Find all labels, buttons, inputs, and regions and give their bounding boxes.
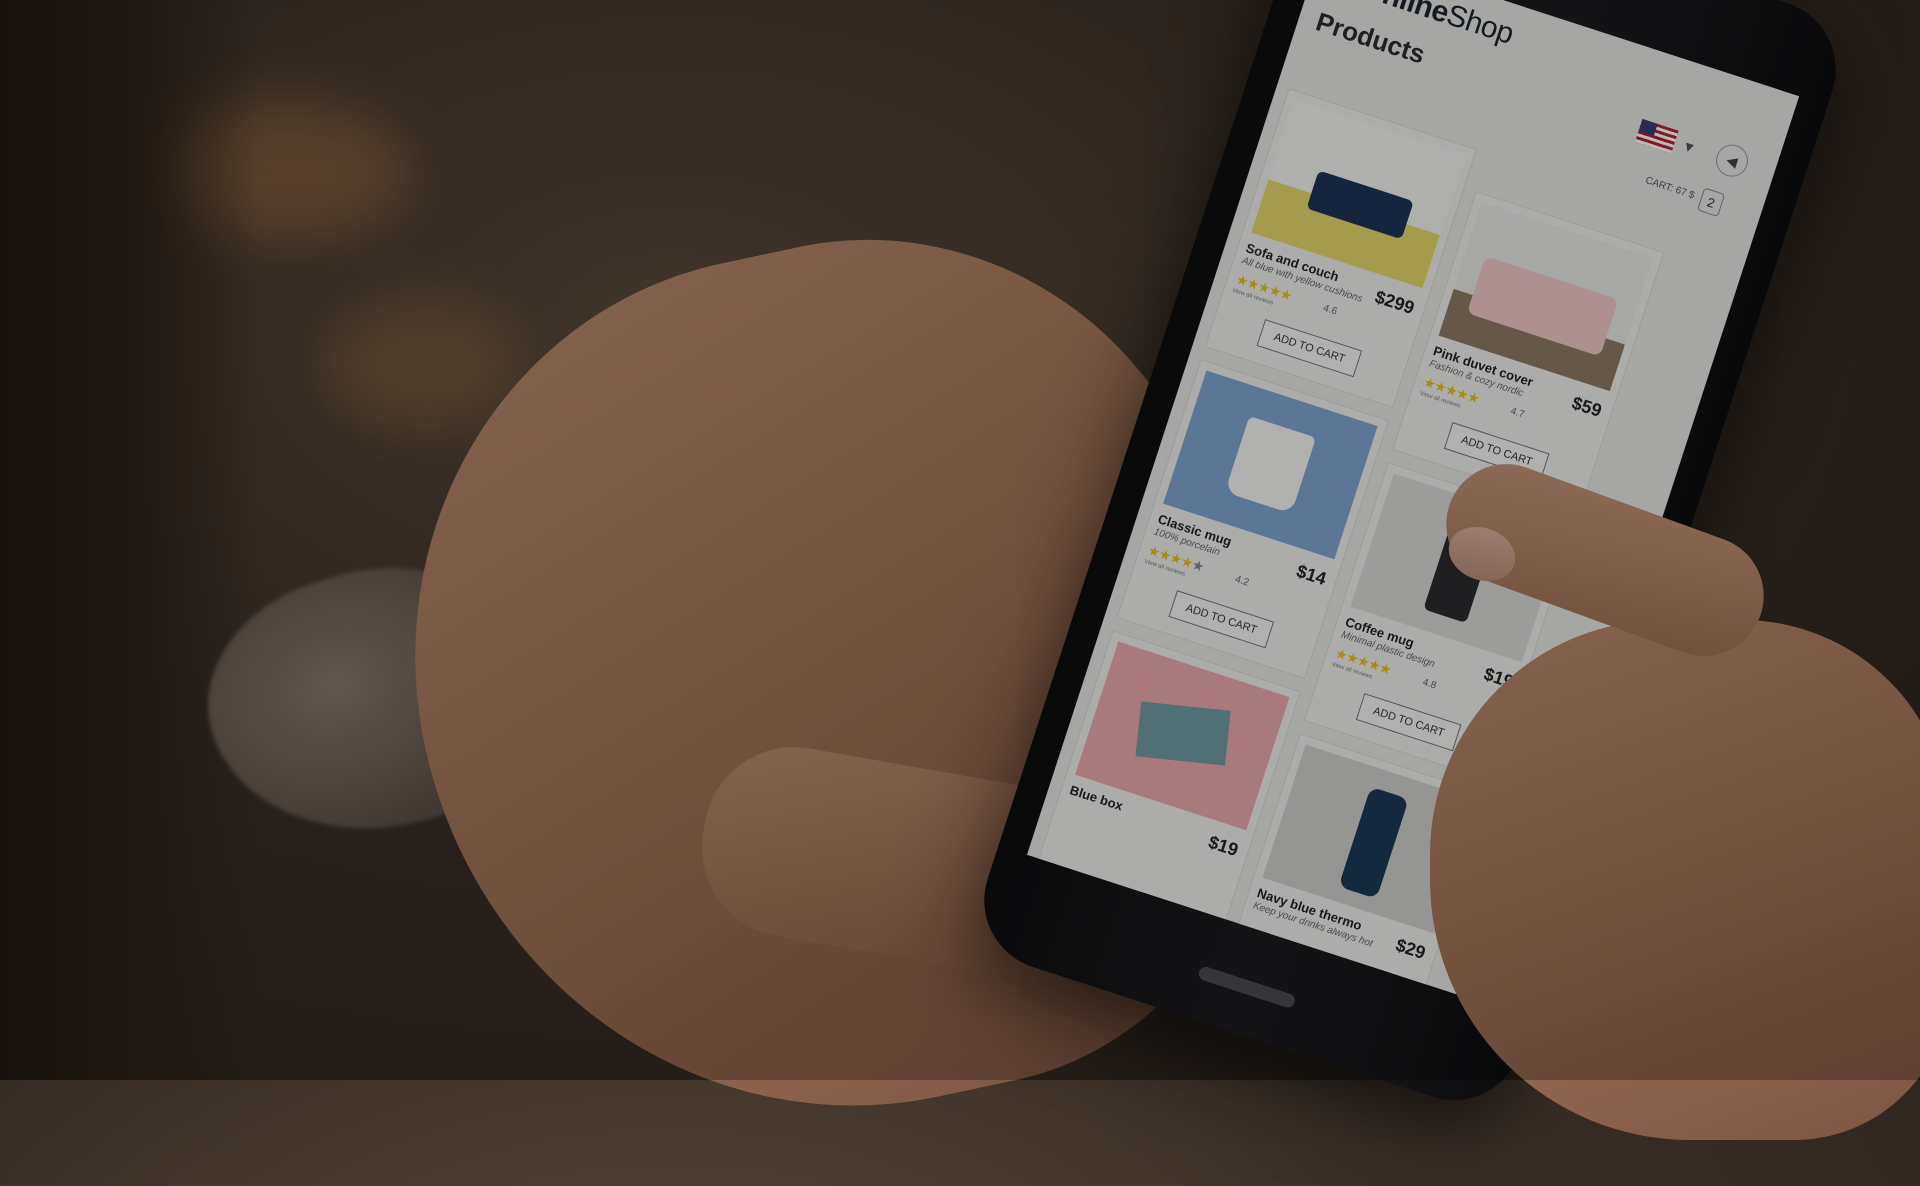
chevron-down-icon[interactable]: ▼ — [1680, 137, 1698, 156]
box-shape — [1135, 701, 1231, 766]
add-to-cart-button[interactable]: ADD TO CART — [1168, 590, 1275, 649]
product-price: $14 — [1293, 560, 1329, 590]
cart-count-badge[interactable]: 2 — [1696, 187, 1726, 218]
rating-value: 4.7 — [1509, 405, 1526, 421]
product-price: $299 — [1372, 286, 1417, 319]
product-grid: Sofa and couch All blue with yellow cush… — [1028, 88, 1679, 1010]
background-blur — [320, 300, 520, 430]
back-button[interactable]: ◀ — [1711, 140, 1753, 181]
cart-total[interactable]: CART: 67 $ — [1644, 175, 1696, 201]
add-to-cart-button[interactable]: ADD TO CART — [1355, 693, 1462, 752]
add-to-cart-button[interactable]: ADD TO CART — [1256, 319, 1363, 378]
hair — [0, 0, 260, 1080]
rating-value: 4.8 — [1421, 676, 1438, 692]
mug-shape — [1224, 416, 1317, 514]
product-price: $59 — [1569, 392, 1605, 421]
product-price: $19 — [1205, 831, 1241, 861]
back-arrow-icon: ◀ — [1724, 150, 1740, 170]
home-indicator[interactable] — [1197, 965, 1297, 1010]
right-hand — [1430, 620, 1920, 1140]
rating-value: 4.6 — [1321, 302, 1339, 318]
sofa-shape — [1306, 170, 1414, 240]
us-flag-icon[interactable] — [1635, 118, 1679, 154]
rating-value: 4.2 — [1233, 573, 1251, 589]
bed-shape — [1466, 256, 1619, 357]
thermo-shape — [1338, 786, 1409, 899]
product-price: $29 — [1393, 934, 1429, 964]
